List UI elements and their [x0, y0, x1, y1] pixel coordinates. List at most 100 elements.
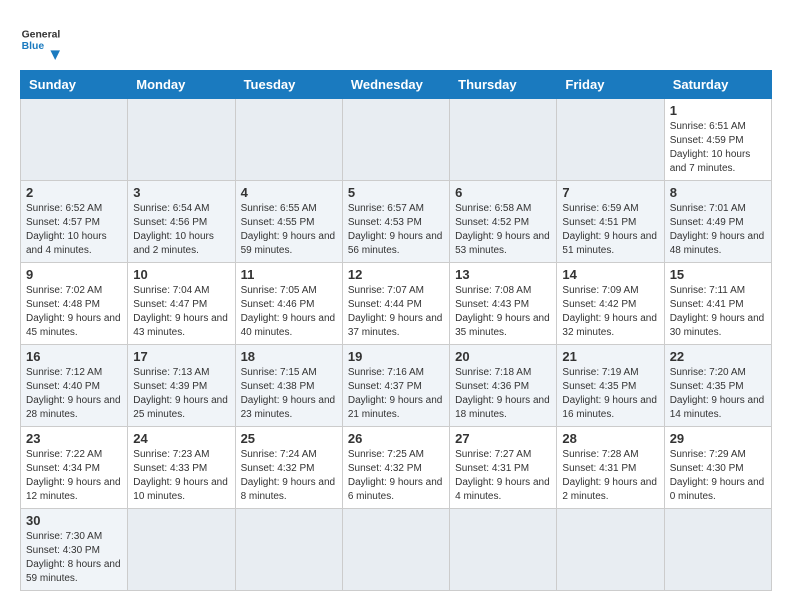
day-info: Sunrise: 7:30 AM Sunset: 4:30 PM Dayligh…: [26, 530, 122, 586]
day-info: Sunrise: 7:02 AM Sunset: 4:48 PM Dayligh…: [26, 284, 122, 340]
calendar-cell: [21, 99, 128, 181]
svg-text:General: General: [22, 30, 60, 41]
day-number: 25: [241, 431, 337, 446]
day-info: Sunrise: 7:29 AM Sunset: 4:30 PM Dayligh…: [670, 448, 766, 504]
day-info: Sunrise: 7:23 AM Sunset: 4:33 PM Dayligh…: [133, 448, 229, 504]
calendar-cell: 8Sunrise: 7:01 AM Sunset: 4:49 PM Daylig…: [664, 181, 771, 263]
day-info: Sunrise: 6:58 AM Sunset: 4:52 PM Dayligh…: [455, 202, 551, 258]
calendar-cell: [128, 509, 235, 591]
day-number: 11: [241, 267, 337, 282]
day-info: Sunrise: 7:16 AM Sunset: 4:37 PM Dayligh…: [348, 366, 444, 422]
day-number: 19: [348, 349, 444, 364]
calendar-cell: 29 Sunrise: 7:29 AM Sunset: 4:30 PM Dayli…: [664, 427, 771, 509]
calendar-cell: 11 Sunrise: 7:05 AM Sunset: 4:46 PM Dayli…: [235, 263, 342, 345]
day-number: 30: [26, 513, 122, 528]
calendar-cell: [557, 509, 664, 591]
calendar-cell: [235, 509, 342, 591]
day-number: 18: [241, 349, 337, 364]
calendar-cell: 20Sunrise: 7:18 AM Sunset: 4:36 PM Dayli…: [450, 345, 557, 427]
day-info: Sunrise: 7:15 AM Sunset: 4:38 PM Dayligh…: [241, 366, 337, 422]
calendar-cell: 7 Sunrise: 6:59 AM Sunset: 4:51 PM Daylig…: [557, 181, 664, 263]
day-number: 24: [133, 431, 229, 446]
svg-text:Blue: Blue: [22, 41, 45, 52]
calendar-cell: 13 Sunrise: 7:08 AM Sunset: 4:43 PM Dayli…: [450, 263, 557, 345]
calendar-cell: 23Sunrise: 7:22 AM Sunset: 4:34 PM Dayli…: [21, 427, 128, 509]
day-info: Sunrise: 7:24 AM Sunset: 4:32 PM Dayligh…: [241, 448, 337, 504]
calendar-cell: 9 Sunrise: 7:02 AM Sunset: 4:48 PM Daylig…: [21, 263, 128, 345]
day-info: Sunrise: 7:11 AM Sunset: 4:41 PM Dayligh…: [670, 284, 766, 340]
calendar-cell: [557, 99, 664, 181]
calendar-cell: 6 Sunrise: 6:58 AM Sunset: 4:52 PM Daylig…: [450, 181, 557, 263]
calendar-cell: [342, 509, 449, 591]
week-row-6: 30 Sunrise: 7:30 AM Sunset: 4:30 PM Dayli…: [21, 509, 772, 591]
day-info: Sunrise: 7:09 AM Sunset: 4:42 PM Dayligh…: [562, 284, 658, 340]
day-header-sunday: Sunday: [21, 71, 128, 99]
week-row-4: 16Sunrise: 7:12 AM Sunset: 4:40 PM Dayli…: [21, 345, 772, 427]
day-header-saturday: Saturday: [664, 71, 771, 99]
day-info: Sunrise: 7:05 AM Sunset: 4:46 PM Dayligh…: [241, 284, 337, 340]
calendar-cell: 21Sunrise: 7:19 AM Sunset: 4:35 PM Dayli…: [557, 345, 664, 427]
calendar-cell: 12Sunrise: 7:07 AM Sunset: 4:44 PM Dayli…: [342, 263, 449, 345]
calendar-cell: 19 Sunrise: 7:16 AM Sunset: 4:37 PM Dayli…: [342, 345, 449, 427]
calendar-cell: 27 Sunrise: 7:27 AM Sunset: 4:31 PM Dayli…: [450, 427, 557, 509]
day-info: Sunrise: 7:20 AM Sunset: 4:35 PM Dayligh…: [670, 366, 766, 422]
day-number: 6: [455, 185, 551, 200]
calendar-cell: [128, 99, 235, 181]
day-info: Sunrise: 6:57 AM Sunset: 4:53 PM Dayligh…: [348, 202, 444, 258]
calendar-cell: 22 Sunrise: 7:20 AM Sunset: 4:35 PM Dayli…: [664, 345, 771, 427]
day-info: Sunrise: 7:22 AM Sunset: 4:34 PM Dayligh…: [26, 448, 122, 504]
day-header-monday: Monday: [128, 71, 235, 99]
calendar-cell: [450, 509, 557, 591]
day-info: Sunrise: 7:27 AM Sunset: 4:31 PM Dayligh…: [455, 448, 551, 504]
week-row-1: 1 Sunrise: 6:51 AM Sunset: 4:59 PM Daylig…: [21, 99, 772, 181]
day-number: 22: [670, 349, 766, 364]
calendar-cell: [664, 509, 771, 591]
day-info: Sunrise: 7:25 AM Sunset: 4:32 PM Dayligh…: [348, 448, 444, 504]
calendar-cell: [450, 99, 557, 181]
day-number: 29: [670, 431, 766, 446]
day-number: 5: [348, 185, 444, 200]
page-header: General Blue: [20, 20, 772, 60]
day-number: 17: [133, 349, 229, 364]
calendar-cell: 26 Sunrise: 7:25 AM Sunset: 4:32 PM Dayli…: [342, 427, 449, 509]
day-number: 26: [348, 431, 444, 446]
day-number: 28: [562, 431, 658, 446]
calendar-cell: [342, 99, 449, 181]
day-number: 16: [26, 349, 122, 364]
calendar-cell: 10 Sunrise: 7:04 AM Sunset: 4:47 PM Dayli…: [128, 263, 235, 345]
day-info: Sunrise: 6:52 AM Sunset: 4:57 PM Dayligh…: [26, 202, 122, 258]
logo: General Blue: [20, 20, 60, 60]
calendar-cell: 18 Sunrise: 7:15 AM Sunset: 4:38 PM Dayli…: [235, 345, 342, 427]
day-number: 1: [670, 103, 766, 118]
day-number: 12: [348, 267, 444, 282]
week-row-5: 23Sunrise: 7:22 AM Sunset: 4:34 PM Dayli…: [21, 427, 772, 509]
week-row-2: 2Sunrise: 6:52 AM Sunset: 4:57 PM Daylig…: [21, 181, 772, 263]
day-header-friday: Friday: [557, 71, 664, 99]
calendar-table: SundayMondayTuesdayWednesdayThursdayFrid…: [20, 70, 772, 591]
calendar-cell: 14 Sunrise: 7:09 AM Sunset: 4:42 PM Dayli…: [557, 263, 664, 345]
calendar-cell: [235, 99, 342, 181]
calendar-cell: 4Sunrise: 6:55 AM Sunset: 4:55 PM Daylig…: [235, 181, 342, 263]
day-number: 7: [562, 185, 658, 200]
day-number: 20: [455, 349, 551, 364]
day-header-wednesday: Wednesday: [342, 71, 449, 99]
day-number: 9: [26, 267, 122, 282]
day-info: Sunrise: 7:08 AM Sunset: 4:43 PM Dayligh…: [455, 284, 551, 340]
day-info: Sunrise: 6:51 AM Sunset: 4:59 PM Dayligh…: [670, 120, 766, 176]
calendar-cell: 5 Sunrise: 6:57 AM Sunset: 4:53 PM Daylig…: [342, 181, 449, 263]
calendar-cell: 1 Sunrise: 6:51 AM Sunset: 4:59 PM Daylig…: [664, 99, 771, 181]
day-info: Sunrise: 7:28 AM Sunset: 4:31 PM Dayligh…: [562, 448, 658, 504]
calendar-cell: 28 Sunrise: 7:28 AM Sunset: 4:31 PM Dayli…: [557, 427, 664, 509]
calendar-cell: 17 Sunrise: 7:13 AM Sunset: 4:39 PM Dayli…: [128, 345, 235, 427]
calendar-cell: 2Sunrise: 6:52 AM Sunset: 4:57 PM Daylig…: [21, 181, 128, 263]
day-number: 15: [670, 267, 766, 282]
day-info: Sunrise: 6:59 AM Sunset: 4:51 PM Dayligh…: [562, 202, 658, 258]
calendar-cell: 25 Sunrise: 7:24 AM Sunset: 4:32 PM Dayli…: [235, 427, 342, 509]
day-number: 10: [133, 267, 229, 282]
day-number: 14: [562, 267, 658, 282]
day-number: 13: [455, 267, 551, 282]
week-row-3: 9 Sunrise: 7:02 AM Sunset: 4:48 PM Daylig…: [21, 263, 772, 345]
day-number: 27: [455, 431, 551, 446]
day-info: Sunrise: 7:13 AM Sunset: 4:39 PM Dayligh…: [133, 366, 229, 422]
day-info: Sunrise: 7:04 AM Sunset: 4:47 PM Dayligh…: [133, 284, 229, 340]
